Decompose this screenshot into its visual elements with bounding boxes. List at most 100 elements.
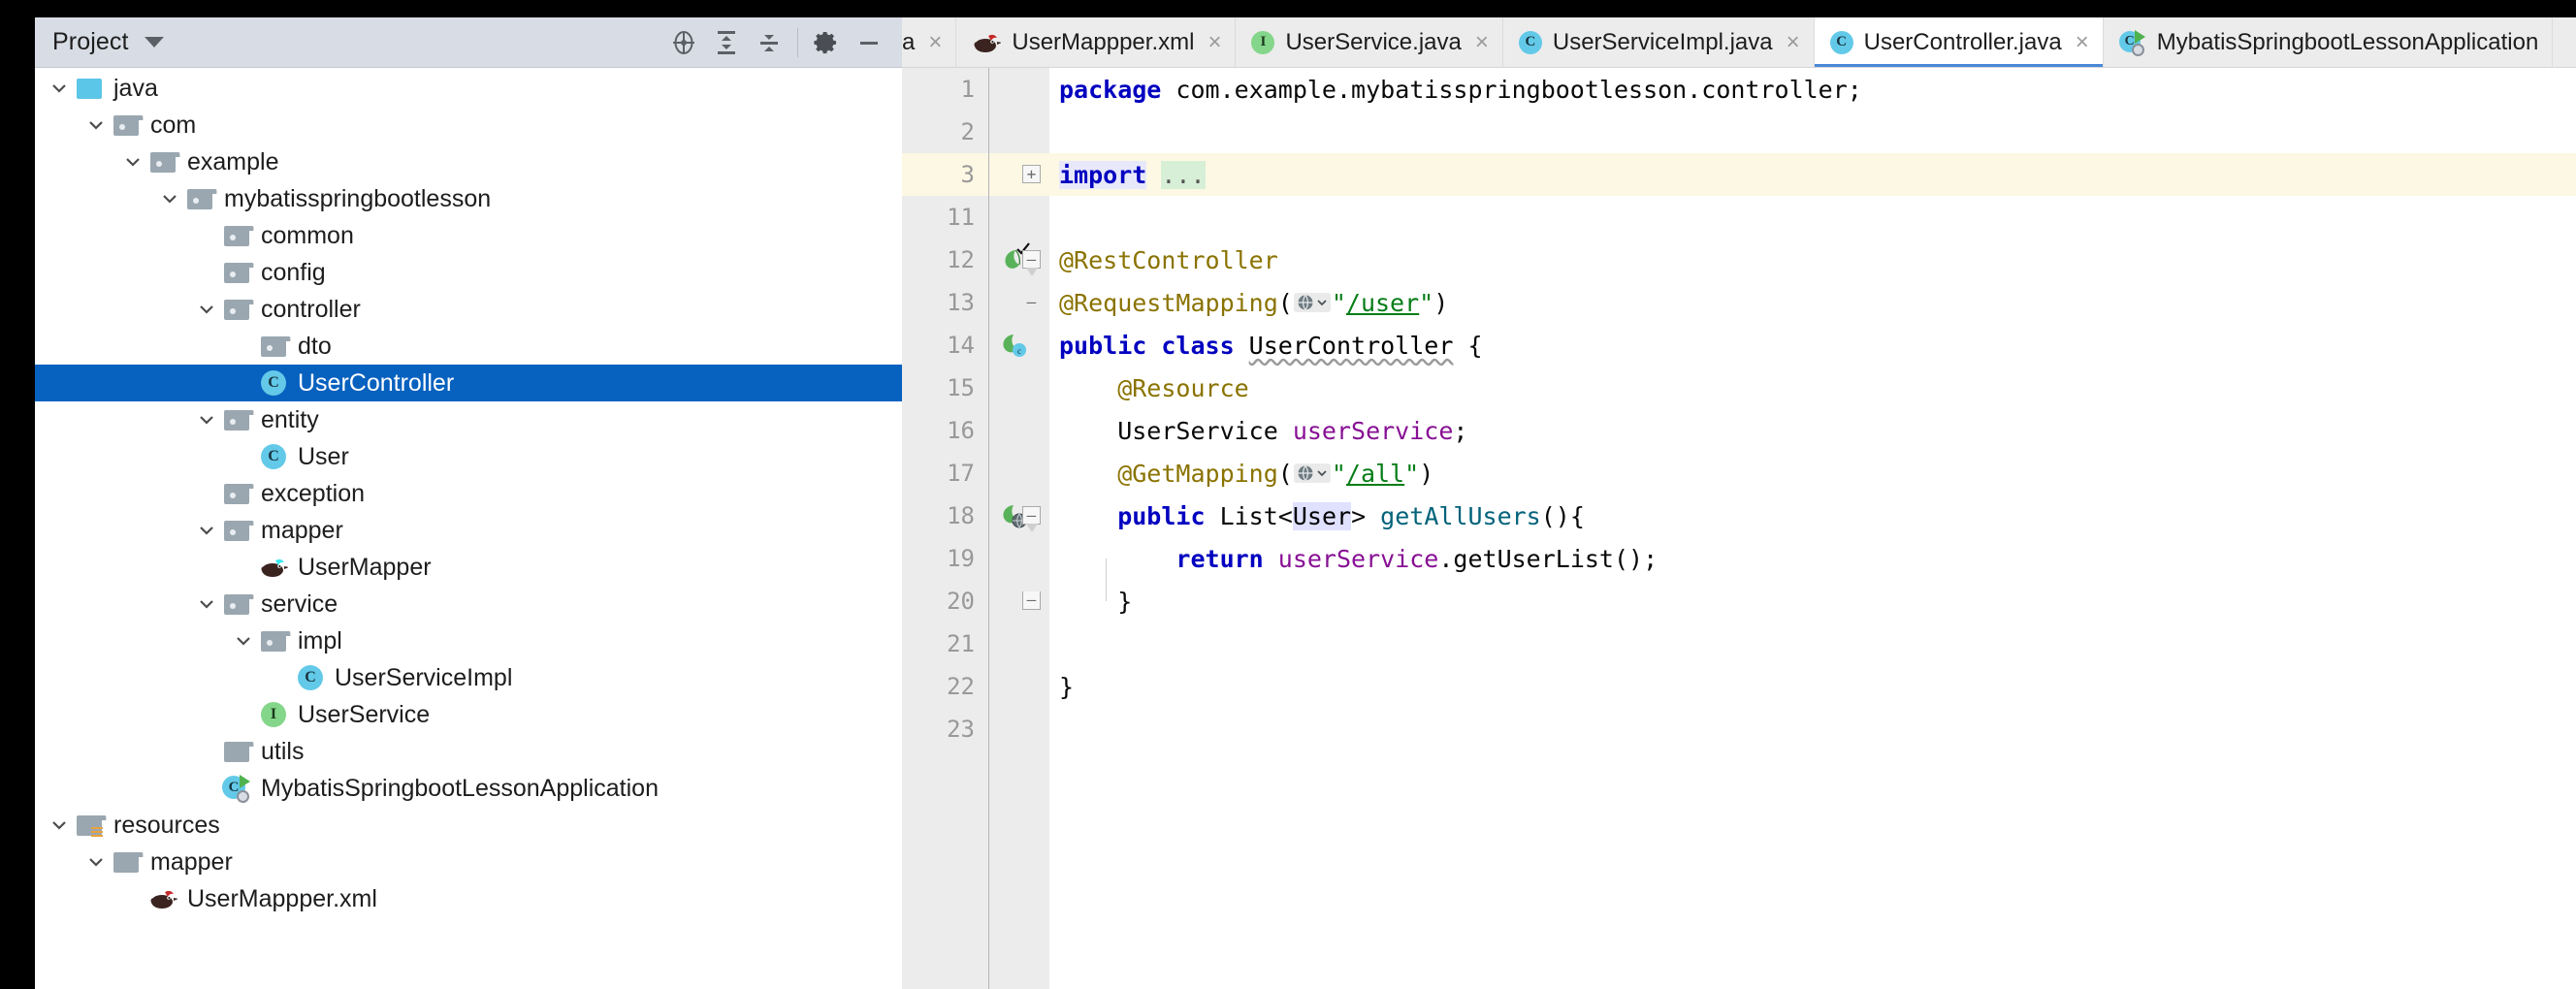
project-tree[interactable]: java com example mybatisspringbootlesson com… xyxy=(35,68,902,989)
tree-item-usermappper-xml[interactable]: UserMappper.xml xyxy=(35,880,902,917)
gutter-row: – xyxy=(989,494,1049,537)
web-mapping-icon[interactable] xyxy=(1293,293,1331,312)
code-line[interactable]: UserService userService; xyxy=(1049,409,2576,452)
web-mapping-icon[interactable] xyxy=(1293,463,1331,483)
tree-item-userservice[interactable]: I UserService xyxy=(35,696,902,733)
chevron-down-icon[interactable] xyxy=(192,590,221,619)
tree-item-utils[interactable]: utils xyxy=(35,733,902,770)
close-icon[interactable]: × xyxy=(928,30,942,54)
fold-expand-icon[interactable]: + xyxy=(1022,165,1041,183)
tree-item-service[interactable]: service xyxy=(35,586,902,622)
editor-tab-userservice-java[interactable]: I UserService.java × xyxy=(1236,17,1503,67)
tree-item-userserviceimpl[interactable]: C UserServiceImpl xyxy=(35,659,902,696)
chevron-down-icon[interactable] xyxy=(155,184,184,213)
tree-item-mapper[interactable]: mapper xyxy=(35,844,902,880)
code-line[interactable]: } xyxy=(1049,580,2576,622)
code-line[interactable]: public class UserController { xyxy=(1049,324,2576,367)
close-icon[interactable]: × xyxy=(1475,30,1489,54)
gutter-icon-strip[interactable]: + – – c – – xyxy=(989,68,1049,989)
gutter-row xyxy=(989,68,1049,111)
code-line[interactable]: @RequestMapping("/user ") xyxy=(1049,281,2576,324)
code-line[interactable]: import ... xyxy=(1049,153,2576,196)
editor-tab-usermappper-xml[interactable]: UserMappper.xml × xyxy=(956,17,1237,67)
tree-item-usercontroller[interactable]: C UserController xyxy=(35,365,902,401)
close-icon[interactable]: × xyxy=(1787,30,1800,54)
chevron-down-icon[interactable] xyxy=(81,111,111,140)
chevron-down-icon[interactable] xyxy=(229,626,258,655)
tree-item-common[interactable]: common xyxy=(35,217,902,254)
select-opened-file-icon[interactable] xyxy=(662,23,705,62)
tree-item-usermapper[interactable]: UserMapper xyxy=(35,549,902,586)
chevron-down-icon[interactable] xyxy=(45,74,74,103)
code-token: } xyxy=(1059,587,1133,616)
tab-label: a xyxy=(902,28,916,55)
tree-item-label: UserController xyxy=(298,368,455,397)
close-icon[interactable]: × xyxy=(1208,30,1221,54)
code-line[interactable]: return userService .getUserList(); xyxy=(1049,537,2576,580)
editor-tab-mybatisspringbootlessonapplication[interactable]: C MybatisSpringbootLessonApplication xyxy=(2103,17,2554,67)
chevron-down-icon[interactable] xyxy=(81,847,111,877)
editor-tab-usercontroller-java[interactable]: C UserController.java × xyxy=(1814,17,2104,67)
tree-item-java[interactable]: java xyxy=(35,70,902,107)
project-panel-title: Project xyxy=(52,28,129,55)
close-icon[interactable]: × xyxy=(2076,30,2089,54)
code-line[interactable]: package com.example.mybatisspringbootles… xyxy=(1049,68,2576,111)
code-line[interactable] xyxy=(1049,708,2576,750)
editor-tab-userserviceimpl-java[interactable]: C UserServiceImpl.java × xyxy=(1502,17,1815,67)
code-token: (){ xyxy=(1540,501,1585,530)
gear-icon[interactable] xyxy=(805,23,848,62)
chevron-down-icon[interactable] xyxy=(118,147,147,176)
tree-item-controller[interactable]: controller xyxy=(35,291,902,328)
tree-item-entity[interactable]: entity xyxy=(35,401,902,438)
gutter-row xyxy=(989,708,1049,750)
line-number-gutter: 1 2 3 11 12 13 14 15 16 17 18 19 20 21 22 23 xyxy=(902,68,989,989)
fold-collapse-icon[interactable]: – xyxy=(1022,506,1041,525)
code-token: @Resource xyxy=(1059,373,1249,402)
code-content[interactable]: package com.example.mybatisspringbootles… xyxy=(1049,68,2576,989)
code-line[interactable] xyxy=(1049,622,2576,665)
line-number: 16 xyxy=(947,417,975,444)
fold-end-icon[interactable]: – xyxy=(1022,591,1041,610)
gutter-row: – xyxy=(989,239,1049,281)
code-token: " xyxy=(1419,288,1434,317)
editor-tab-a[interactable]: a × xyxy=(902,17,957,67)
chevron-down-icon[interactable] xyxy=(144,37,164,48)
tree-item-user[interactable]: C User xyxy=(35,438,902,475)
code-line[interactable]: @RestController xyxy=(1049,239,2576,281)
chevron-down-icon[interactable] xyxy=(45,811,74,840)
tree-item-mybatisspringbootlessonapplication[interactable]: C MybatisSpringbootLessonApplication xyxy=(35,770,902,807)
tree-item-label: exception xyxy=(261,479,366,507)
code-line[interactable]: @Resource xyxy=(1049,367,2576,409)
chevron-down-icon[interactable] xyxy=(192,295,221,324)
expand-all-icon[interactable] xyxy=(705,23,748,62)
chevron-down-icon[interactable] xyxy=(192,516,221,545)
code-line[interactable]: @GetMapping("/all ") xyxy=(1049,452,2576,494)
code-token: " xyxy=(1331,459,1346,488)
tree-item-exception[interactable]: exception xyxy=(35,475,902,512)
folder-icon xyxy=(221,479,254,508)
tree-item-mybatisspringbootlesson[interactable]: mybatisspringbootlesson xyxy=(35,180,902,217)
code-line[interactable] xyxy=(1049,196,2576,239)
tree-item-com[interactable]: com xyxy=(35,107,902,144)
gutter-row: c xyxy=(989,324,1049,367)
tree-item-example[interactable]: example xyxy=(35,144,902,180)
chevron-down-icon[interactable] xyxy=(192,405,221,434)
code-line[interactable]: public List< User > getAllUsers(){ xyxy=(1049,494,2576,537)
collapse-all-icon[interactable] xyxy=(748,23,790,62)
tree-item-config[interactable]: config xyxy=(35,254,902,291)
editor-tab-bar[interactable]: a × UserMappper.xml × I UserService.java × C Use… xyxy=(902,17,2576,68)
code-token: { xyxy=(1453,331,1483,360)
folder-icon xyxy=(221,516,254,545)
fold-end-icon[interactable]: – xyxy=(1022,293,1041,311)
tree-item-dto[interactable]: dto xyxy=(35,328,902,365)
hide-panel-icon[interactable] xyxy=(848,23,890,62)
tree-item-impl[interactable]: impl xyxy=(35,622,902,659)
code-line[interactable] xyxy=(1049,111,2576,153)
tree-item-mapper[interactable]: mapper xyxy=(35,512,902,549)
code-line[interactable]: } xyxy=(1049,665,2576,708)
tree-item-resources[interactable]: resources xyxy=(35,807,902,844)
fold-collapse-icon[interactable]: – xyxy=(1022,250,1041,269)
